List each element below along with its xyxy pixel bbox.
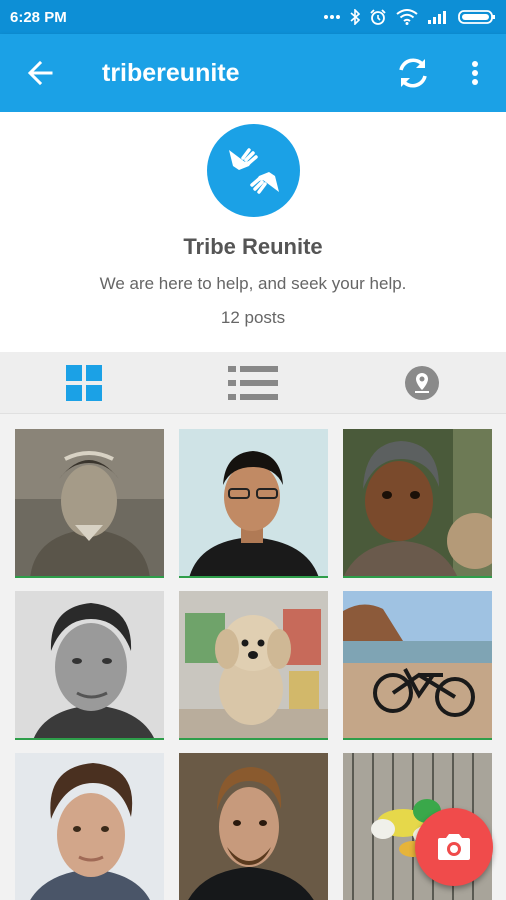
post-thumbnail[interactable] — [179, 429, 328, 578]
avatar[interactable] — [207, 124, 300, 217]
arrow-back-icon — [27, 60, 53, 86]
refresh-button[interactable] — [382, 34, 444, 112]
overflow-menu-button[interactable] — [444, 34, 506, 112]
camera-icon — [438, 834, 470, 860]
refresh-icon — [399, 58, 427, 88]
post-count: 12 posts — [220, 308, 286, 327]
post-thumbnail[interactable] — [179, 753, 328, 900]
helping-hands-icon — [228, 147, 279, 194]
portrait-photo — [15, 753, 164, 900]
wifi-icon — [396, 9, 418, 25]
profile-bio: We are here to help, and seek your help. — [99, 274, 407, 293]
post-thumbnail[interactable] — [343, 429, 492, 578]
status-time: 6:28 PM — [10, 8, 67, 26]
list-view-icon — [228, 365, 278, 400]
app-title: tribereunite — [102, 58, 240, 87]
bicycle-photo — [343, 591, 492, 738]
status-bar: 6:28 PM — [0, 0, 506, 34]
status-icons — [323, 8, 496, 26]
portrait-photo — [15, 591, 164, 738]
signal-icon — [428, 11, 446, 24]
battery-icon — [458, 10, 495, 24]
more-vert-icon — [472, 61, 478, 85]
profile-name: Tribe Reunite — [183, 234, 323, 259]
profile-header: Tribe Reunite We are here to help, and s… — [0, 112, 506, 352]
camera-fab-button[interactable] — [415, 808, 493, 886]
app-bar: tribereunite — [0, 34, 506, 112]
bluetooth-icon — [350, 9, 360, 25]
portrait-photo — [343, 429, 492, 576]
grid-view-icon — [66, 364, 103, 401]
post-thumbnail[interactable] — [343, 591, 492, 740]
portrait-photo — [15, 429, 164, 576]
view-tabs — [0, 352, 506, 414]
puppy-photo — [179, 591, 328, 738]
tab-map-view[interactable] — [337, 352, 506, 413]
post-thumbnail[interactable] — [15, 591, 164, 740]
portrait-photo — [179, 753, 328, 900]
back-button[interactable] — [0, 34, 80, 112]
location-pin-icon — [404, 365, 439, 400]
portrait-photo — [179, 429, 328, 576]
tab-list-view[interactable] — [169, 352, 338, 413]
alarm-icon — [370, 9, 386, 25]
post-thumbnail[interactable] — [15, 753, 164, 900]
post-thumbnail[interactable] — [15, 429, 164, 578]
tab-grid-view[interactable] — [0, 352, 169, 413]
post-thumbnail[interactable] — [179, 591, 328, 740]
more-dots-icon — [324, 15, 340, 19]
